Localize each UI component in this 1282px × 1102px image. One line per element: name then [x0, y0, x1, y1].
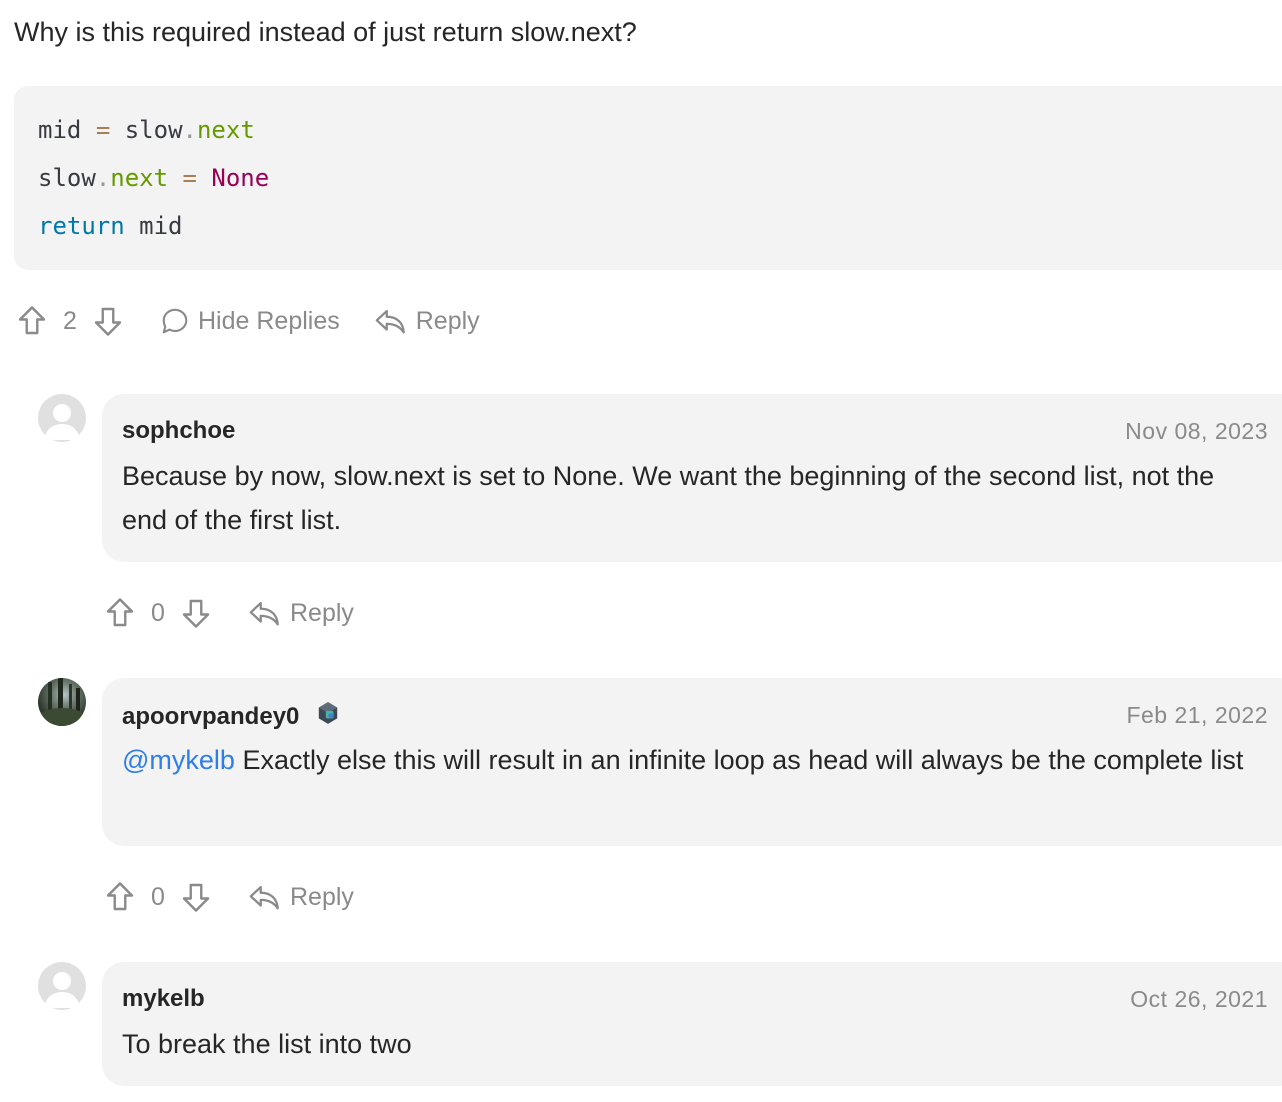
comment-bubble-icon: [162, 308, 188, 334]
reply-text: To break the list into two: [122, 1029, 412, 1059]
username[interactable]: mykelb: [122, 984, 205, 1014]
vote-count: 0: [151, 882, 165, 911]
default-avatar-icon: [44, 972, 80, 1008]
reply-card: mykelb Oct 26, 2021 To break the list in…: [102, 962, 1282, 1086]
reply-actions: 0 Reply: [102, 593, 354, 633]
reply-header: sophchoe Nov 08, 2023: [122, 416, 1282, 446]
downvote-icon[interactable]: [178, 879, 214, 915]
code-token: .: [95, 164, 111, 192]
code-token: =: [95, 116, 111, 144]
reply-arrow-icon: [249, 885, 279, 910]
reply-header: mykelb Oct 26, 2021: [122, 984, 1282, 1014]
code-line: mid = slow.next: [38, 112, 1282, 160]
code-token: slow: [110, 116, 183, 144]
post-date: Feb 21, 2022: [1126, 702, 1268, 728]
avatar[interactable]: [38, 962, 86, 1010]
avatar[interactable]: [38, 678, 86, 726]
forest-photo: [38, 678, 86, 726]
code-token: .: [182, 116, 197, 144]
reply-label: Reply: [290, 598, 354, 627]
upvote-icon[interactable]: [14, 303, 50, 339]
downvote-icon[interactable]: [90, 303, 126, 339]
default-avatar-icon: [44, 404, 80, 440]
reply-card: apoorvpandey0 Feb 21, 2022 @mykelb Exact…: [102, 678, 1282, 846]
reply-button[interactable]: Reply: [248, 596, 354, 630]
code-token: slow: [38, 164, 96, 192]
comment-text: Why is this required instead of just ret…: [14, 17, 637, 47]
code-token: mid: [124, 212, 183, 240]
reply-text: Because by now, slow.next is set to None…: [122, 461, 1215, 535]
code-token: return: [38, 212, 125, 240]
code-token: next: [196, 116, 255, 144]
post-date: Nov 08, 2023: [1125, 418, 1268, 444]
code-token: next: [110, 164, 169, 192]
user-mention-link[interactable]: @mykelb: [122, 745, 235, 775]
reply-text: @mykelb Exactly else this will result in…: [122, 738, 1262, 782]
reply-button[interactable]: Reply: [374, 304, 480, 338]
upvote-icon[interactable]: [102, 879, 138, 915]
reply-card: sophchoe Nov 08, 2023 Because by now, sl…: [102, 394, 1282, 562]
reply-header: apoorvpandey0 Feb 21, 2022: [122, 700, 1282, 730]
hide-replies-button[interactable]: Hide Replies: [160, 306, 340, 336]
badge-icon[interactable]: [315, 700, 341, 734]
username-group: apoorvpandey0: [122, 700, 341, 734]
vote-count: 0: [151, 598, 165, 627]
code-token: None: [211, 164, 270, 192]
reply-label: Reply: [415, 306, 480, 335]
code-line: slow.next = None: [38, 160, 1282, 208]
hide-replies-label: Hide Replies: [198, 306, 340, 335]
downvote-icon[interactable]: [178, 595, 214, 631]
code-line: return mid: [38, 208, 1282, 256]
code-token: mid: [38, 116, 82, 144]
avatar[interactable]: [38, 394, 86, 442]
vote-count: 2: [63, 306, 77, 335]
reply-button[interactable]: Reply: [248, 880, 354, 914]
comment-actions: 2 Hide Replies Reply: [14, 301, 480, 341]
code-block: mid = slow.next slow.next = None return …: [14, 86, 1282, 270]
reply-body-text: Exactly else this will result in an infi…: [234, 745, 1244, 775]
upvote-icon[interactable]: [102, 595, 138, 631]
reply-arrow-icon: [249, 601, 279, 626]
post-date: Oct 26, 2021: [1130, 986, 1268, 1012]
username[interactable]: apoorvpandey0: [122, 702, 299, 732]
reply-arrow-icon: [375, 309, 405, 334]
reply-actions: 0 Reply: [102, 877, 354, 917]
reply-label: Reply: [290, 882, 354, 911]
code-token: =: [182, 164, 197, 192]
username[interactable]: sophchoe: [122, 416, 235, 446]
